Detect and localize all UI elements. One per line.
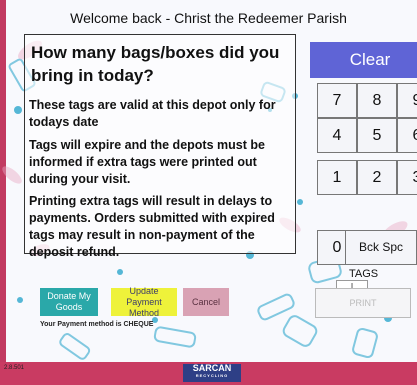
print-button[interactable]: PRINT <box>315 288 411 318</box>
key-8[interactable]: 8 <box>357 83 397 118</box>
validity-message: These tags are valid at this depot only … <box>29 98 276 129</box>
donate-button[interactable]: Donate My Goods <box>40 288 98 316</box>
expiry-message: Tags will expire and the depots must be … <box>29 138 265 186</box>
clear-button[interactable]: Clear <box>310 42 417 78</box>
key-1[interactable]: 1 <box>317 160 357 195</box>
logo-tagline: RECYCLING <box>195 373 229 378</box>
update-payment-button[interactable]: Update Payment Method <box>111 286 177 318</box>
sarcan-logo: SARCAN RECYCLING <box>183 364 241 382</box>
payment-method-text: Your Payment method is CHEQUE <box>40 321 154 328</box>
kiosk-screen: Welcome back - Christ the Redeemer Paris… <box>0 0 417 385</box>
key-5[interactable]: 5 <box>357 118 397 153</box>
key-9[interactable]: 9 <box>397 83 417 118</box>
backspace-key[interactable]: Bck Spc <box>345 230 417 265</box>
cancel-button[interactable]: Cancel <box>183 288 229 316</box>
key-4[interactable]: 4 <box>317 118 357 153</box>
key-7[interactable]: 7 <box>317 83 357 118</box>
tags-label: TAGS <box>349 268 379 280</box>
prompt-panel: How many bags/boxes did you bring in tod… <box>24 34 296 259</box>
logo-brand: SARCAN <box>192 363 232 373</box>
question-heading: How many bags/boxes did you bring in tod… <box>31 43 280 85</box>
version-label: 2.8.501 <box>4 365 25 371</box>
page-title: Welcome back - Christ the Redeemer Paris… <box>70 10 347 26</box>
key-6[interactable]: 6 <box>397 118 417 153</box>
key-2[interactable]: 2 <box>357 160 397 195</box>
key-3[interactable]: 3 <box>397 160 417 195</box>
extra-tags-warning: Printing extra tags will result in delay… <box>29 194 275 259</box>
